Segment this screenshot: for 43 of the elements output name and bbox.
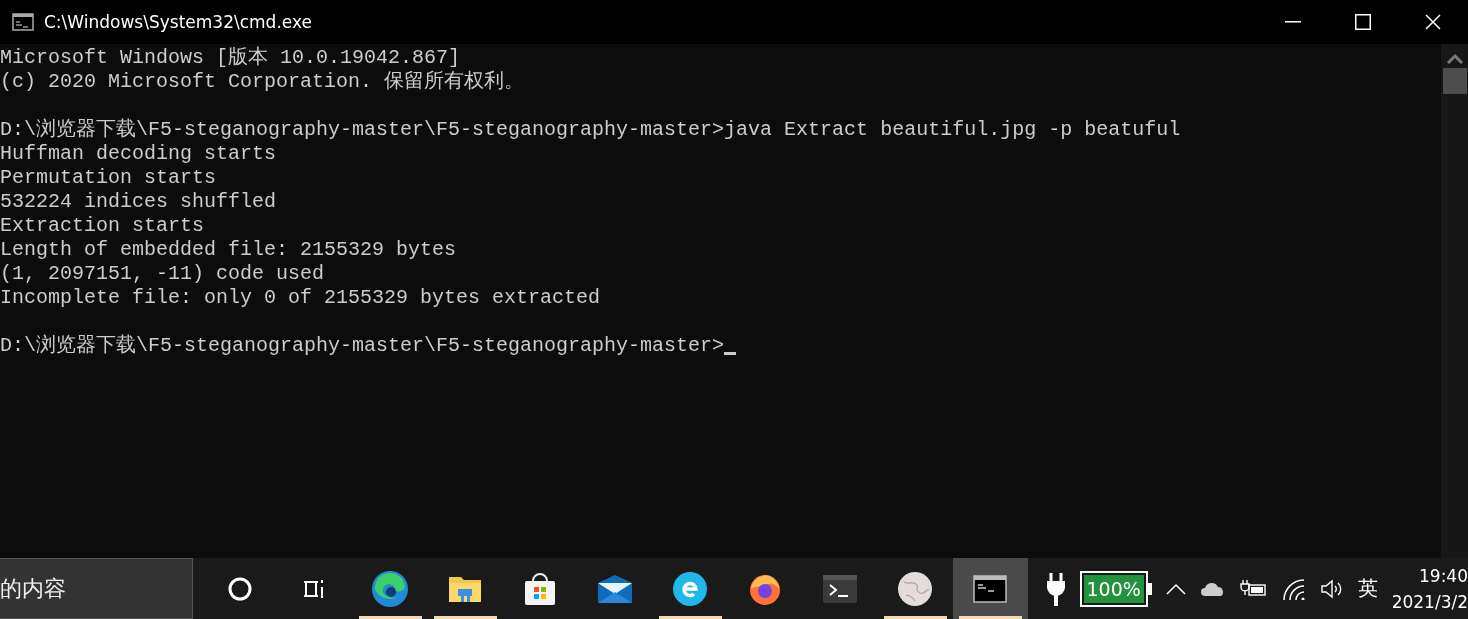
chevron-up-icon[interactable] <box>1165 582 1186 595</box>
battery-percentage: 100% <box>1085 576 1142 602</box>
search-field[interactable]: 的内容 <box>0 558 193 619</box>
globe-icon[interactable] <box>896 569 935 608</box>
shopping-bag-icon[interactable] <box>523 570 558 607</box>
console-line: (c) 2020 Microsoft Corporation. 保留所有权利。 <box>0 70 525 94</box>
power-battery-icon[interactable] <box>1239 578 1268 599</box>
running-indicator <box>658 616 722 619</box>
browser-icon[interactable] <box>672 570 709 607</box>
plug-icon[interactable] <box>1045 571 1066 606</box>
running-indicator <box>958 616 1022 619</box>
running-indicator <box>358 616 422 619</box>
input-method-indicator[interactable]: 英 <box>1357 575 1378 602</box>
scroll-up-icon[interactable] <box>1446 54 1463 64</box>
console-line: Huffman decoding starts <box>0 142 277 166</box>
command-prompt-icon[interactable] <box>973 574 1008 603</box>
command-prompt-icon <box>12 13 34 31</box>
console-line: Extraction starts <box>0 214 205 238</box>
speaker-icon[interactable] <box>1319 577 1344 600</box>
circle-icon[interactable] <box>227 575 254 602</box>
scrollbar[interactable] <box>1441 44 1468 558</box>
minimize-icon <box>1285 21 1301 23</box>
clock[interactable]: 19:40 2021/3/2 <box>1391 562 1468 615</box>
console-line: 532224 indices shuffled <box>0 190 277 214</box>
cloud-icon[interactable] <box>1199 580 1226 597</box>
window-title: C:\Windows\System32\cmd.exe <box>44 12 313 32</box>
taskbar-button[interactable] <box>952 558 1028 619</box>
edge-icon[interactable] <box>371 569 410 608</box>
wifi-icon[interactable] <box>1281 577 1306 600</box>
console-line: Length of embedded file: 2155329 bytes <box>0 238 457 262</box>
console-line: Incomplete file: only 0 of 2155329 bytes extracted <box>0 286 601 310</box>
running-indicator <box>883 616 947 619</box>
terminal-icon[interactable] <box>822 573 859 604</box>
running-indicator <box>433 616 497 619</box>
command-prompt: D:\浏览器下载\F5-steganography-master\F5-steganography-master> <box>0 334 725 358</box>
envelope-icon[interactable] <box>596 572 635 605</box>
close-icon <box>1425 14 1441 30</box>
console-line: (1, 2097151, -11) code used <box>0 262 325 286</box>
console-line: Microsoft Windows [版本 10.0.19042.867] <box>0 46 461 70</box>
console-line: Permutation starts <box>0 166 217 190</box>
console-line: D:\浏览器下载\F5-steganography-master\F5-steganography-master>java Extract beautiful.jpg -p beatuful <box>0 118 1181 142</box>
maximize-icon <box>1355 14 1371 30</box>
scroll-thumb[interactable] <box>1442 68 1467 94</box>
